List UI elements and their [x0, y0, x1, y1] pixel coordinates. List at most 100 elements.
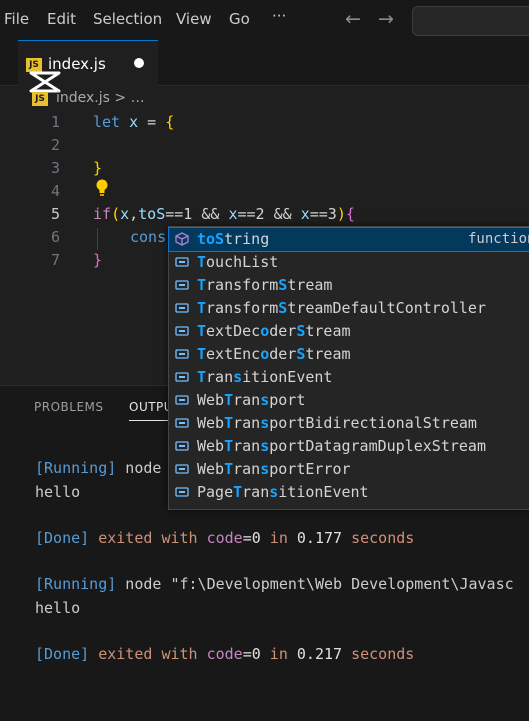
command-center-search[interactable]	[412, 6, 529, 36]
menu-edit[interactable]: Edit	[47, 10, 76, 28]
output-line-hello: hello	[35, 483, 81, 501]
variable-icon	[175, 395, 189, 405]
suggestion-item[interactable]: toString function	[168, 227, 529, 252]
breadcrumb-symbol[interactable]: > …	[110, 90, 144, 106]
variable-x: x	[228, 205, 238, 223]
suggestion-text: Page	[197, 483, 234, 501]
suggestion-item[interactable]: WebTransport	[169, 389, 529, 412]
variable-icon	[175, 280, 189, 290]
variable-icon	[175, 349, 189, 359]
match-highlight: T	[197, 368, 207, 386]
close-paren: )	[336, 205, 346, 223]
typed-identifier: toS	[138, 205, 166, 223]
unsaved-dot-icon[interactable]	[134, 58, 144, 68]
suggestion-item[interactable]: PageTransitionEvent	[169, 481, 529, 504]
suggestion-text: Web	[197, 391, 225, 409]
output-line-running: [Running] node	[35, 459, 161, 477]
suggestion-item[interactable]: WebTransportBidirectionalStream	[169, 412, 529, 435]
match-highlight: o	[260, 345, 270, 363]
javascript-file-icon: JS	[32, 92, 48, 106]
suggestion-text: itionEvent	[278, 483, 369, 501]
close-brace: }	[93, 159, 103, 177]
output-text: seconds	[342, 529, 415, 547]
output-text: in	[260, 529, 297, 547]
breadcrumb-file[interactable]: index.js	[56, 90, 110, 106]
suggestion-item[interactable]: TransformStreamDefaultController	[169, 297, 529, 320]
output-line-done: [Done] exited with code=0 in 0.177 secon…	[35, 529, 414, 547]
suggestion-text: portBidirectionalStream	[269, 414, 477, 432]
back-arrow-icon[interactable]: ←	[345, 8, 361, 30]
forward-arrow-icon[interactable]: →	[378, 8, 394, 30]
running-tag: [Running]	[35, 459, 117, 477]
variable-icon	[175, 257, 189, 267]
autocomplete-suggestions[interactable]: toString function TouchList TransformStr…	[168, 226, 529, 510]
exit-code: 0	[251, 645, 261, 663]
code-line-5: if(x,toS==1 && x==2 && x==3){	[93, 205, 355, 223]
done-tag: [Done]	[35, 529, 90, 547]
suggestion-text: tream	[287, 276, 333, 294]
suggestion-text: itionEvent	[242, 368, 333, 386]
menu-file[interactable]: File	[4, 10, 29, 28]
menu-go[interactable]: Go	[229, 10, 250, 28]
open-brace: {	[165, 113, 175, 131]
suggestion-text: ransform	[206, 276, 279, 294]
match-highlight: T	[224, 414, 234, 432]
suggestion-text: portDatagramDuplexStream	[269, 437, 486, 455]
editor-tab-bar: JS index.js	[0, 40, 529, 93]
match-highlight: T	[197, 322, 207, 340]
output-command: node	[116, 459, 162, 477]
suggestion-text: tring	[224, 230, 270, 248]
menu-bar: File Edit Selection View Go ··· ← →	[0, 0, 529, 40]
suggestion-text: tream	[305, 345, 351, 363]
exit-code: 0	[251, 529, 261, 547]
suggestion-item[interactable]: TextDecoderStream	[169, 320, 529, 343]
code-line-1: let x = {	[93, 113, 174, 131]
condition-3: ==3	[309, 205, 337, 223]
output-text: with	[161, 645, 198, 663]
output-text: in	[260, 645, 297, 663]
line-number: 2	[50, 136, 60, 154]
match-highlight: T	[224, 437, 234, 455]
output-text: code	[197, 529, 243, 547]
suggestion-text: treamDefaultController	[287, 299, 486, 317]
variable-icon	[175, 441, 189, 451]
line-number: 7	[50, 251, 60, 269]
open-brace: {	[345, 205, 355, 223]
keyword-let: let	[93, 113, 121, 131]
output-path: "f:\Development\Web Development\Javasc	[170, 575, 514, 593]
suggestion-text: ran	[206, 368, 234, 386]
suggestion-item[interactable]: WebTransportError	[169, 458, 529, 481]
suggestion-text: portError	[269, 460, 351, 478]
condition-2: ==2 &&	[237, 205, 301, 223]
suggestion-item[interactable]: WebTransportDatagramDuplexStream	[169, 435, 529, 458]
match-highlight: S	[278, 299, 288, 317]
output-line-running: [Running] node "f:\Development\Web Devel…	[35, 575, 514, 593]
suggestion-text: ransform	[206, 299, 279, 317]
variable-icon	[175, 372, 189, 382]
line-number: 4	[50, 182, 60, 200]
variable-icon	[175, 487, 189, 497]
output-text: =	[242, 645, 252, 663]
status-bar	[0, 712, 529, 720]
menu-more-icon[interactable]: ···	[272, 7, 286, 25]
suggestion-text: der	[269, 345, 297, 363]
menu-selection[interactable]: Selection	[93, 10, 162, 28]
menu-view[interactable]: View	[176, 10, 212, 28]
elapsed-time: 0.177	[296, 529, 343, 547]
suggestion-item[interactable]: TextEncoderStream	[169, 343, 529, 366]
tab-problems[interactable]: PROBLEMS	[34, 400, 104, 414]
match-highlight: T	[224, 460, 234, 478]
match-highlight: s	[260, 460, 270, 478]
output-text: =	[242, 529, 252, 547]
lightbulb-icon[interactable]	[95, 179, 109, 197]
suggestion-item[interactable]: TransitionEvent	[169, 366, 529, 389]
suggestion-item[interactable]: TouchList	[169, 251, 529, 274]
suggestion-item[interactable]: TransformStream	[169, 274, 529, 297]
output-text: with	[161, 529, 198, 547]
open-paren: (	[111, 205, 121, 223]
suggestion-text: ran	[233, 460, 261, 478]
keyword-if: if	[93, 205, 112, 223]
output-text: exited	[89, 645, 162, 663]
output-text: seconds	[342, 645, 415, 663]
match-highlight: toS	[197, 230, 225, 248]
